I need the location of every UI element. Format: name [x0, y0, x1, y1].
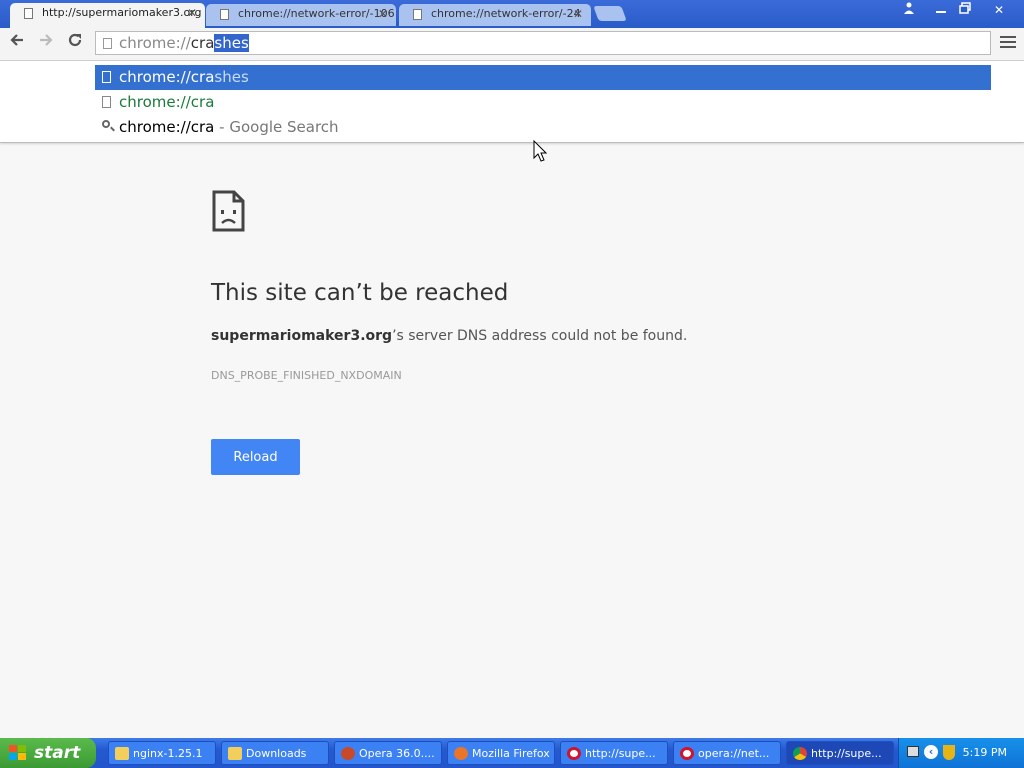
close-icon[interactable]: ✕ [986, 1, 1012, 19]
folder-icon [115, 747, 129, 760]
error-description: supermariomaker3.org’s server DNS addres… [211, 328, 687, 344]
suggestion-text: chrome://cra [119, 90, 214, 115]
suggestion-prefix: chrome:// [119, 93, 191, 111]
page-icon [103, 38, 112, 49]
reload-button[interactable]: Reload [211, 439, 300, 475]
tab-network-error-24[interactable]: chrome://network-error/-24 ✕ [399, 4, 591, 26]
tab-title: http://supermariomaker3.org [42, 6, 202, 19]
taskbar-item-label: nginx-1.25.1 [133, 747, 203, 760]
system-tray: ‹ 5:19 PM [898, 738, 1024, 768]
back-icon[interactable] [6, 32, 28, 54]
windows-flag-icon [9, 745, 26, 760]
address-typed: cra [190, 34, 215, 52]
tab-network-error-106[interactable]: chrome://network-error/-106 ✕ [206, 4, 396, 26]
page-icon [220, 9, 229, 20]
close-tab-icon[interactable]: ✕ [573, 4, 583, 24]
taskbar-item-downloads[interactable]: Downloads [221, 741, 329, 765]
page-icon [24, 8, 33, 19]
taskbar-item-label: http://supe... [585, 747, 656, 760]
taskbar-item-opera-2[interactable]: opera://net... [673, 741, 781, 765]
reload-icon[interactable] [64, 32, 86, 54]
menu-icon[interactable] [1000, 33, 1016, 53]
suggestion-query: chrome://cra [119, 118, 215, 136]
taskbar-item-label: http://supe... [811, 747, 882, 760]
address-scheme: chrome:// [119, 34, 191, 52]
tab-supermariomaker3[interactable]: http://supermariomaker3.org ✕ [10, 3, 205, 28]
search-icon [102, 120, 110, 128]
start-label: start [34, 743, 81, 763]
error-description-text: ’s server DNS address could not be found… [392, 328, 688, 344]
suggestion-text: chrome://cra - Google Search [119, 115, 339, 140]
page-icon [102, 96, 111, 108]
suggestion-match: cra [190, 93, 215, 111]
page-icon [413, 9, 422, 20]
omnibox-dropdown: chrome://crashes chrome://cra chrome://c… [0, 61, 1024, 143]
taskbar: start nginx-1.25.1 Downloads Opera 36.0.… [0, 738, 1024, 768]
show-hidden-icons-icon[interactable]: ‹ [924, 745, 938, 759]
opera-icon [567, 747, 581, 760]
suggestion-crashes[interactable]: chrome://crashes [95, 65, 991, 90]
suggestion-prefix: chrome:// [119, 68, 191, 86]
suggestion-text: chrome://crashes [119, 65, 249, 90]
taskbar-item-label: Mozilla Firefox [472, 747, 550, 760]
opera-installer-icon [341, 747, 355, 760]
taskbar-item-label: opera://net... [698, 747, 770, 760]
suggestion-engine: - Google Search [214, 118, 339, 136]
chrome-icon [793, 747, 807, 760]
tab-strip: http://supermariomaker3.org ✕ chrome://n… [0, 0, 1024, 28]
close-tab-icon[interactable]: ✕ [378, 4, 388, 24]
forward-icon[interactable] [35, 32, 57, 54]
tab-title: chrome://network-error/-24 [431, 7, 581, 20]
new-tab-button[interactable] [593, 6, 627, 21]
taskbar-item-label: Opera 36.0.... [359, 747, 435, 760]
clock[interactable]: 5:19 PM [963, 746, 1007, 759]
taskbar-item-nginx[interactable]: nginx-1.25.1 [108, 741, 216, 765]
error-title: This site can’t be reached [211, 280, 509, 306]
taskbar-item-firefox[interactable]: Mozilla Firefox [447, 741, 555, 765]
suggestion-google-search[interactable]: chrome://cra - Google Search [95, 115, 991, 140]
opera-icon [680, 747, 694, 760]
mouse-cursor-icon [533, 139, 548, 166]
taskbar-item-label: Downloads [246, 747, 307, 760]
start-button[interactable]: start [0, 738, 96, 768]
sad-page-icon [212, 190, 245, 232]
address-autocomplete: shes [214, 34, 249, 52]
suggestion-cra[interactable]: chrome://cra [95, 90, 991, 115]
close-tab-icon[interactable]: ✕ [187, 3, 197, 23]
taskbar-item-opera-installer[interactable]: Opera 36.0.... [334, 741, 442, 765]
security-shield-icon[interactable] [943, 745, 955, 760]
toolbar: chrome://crashes [0, 28, 1024, 61]
keyboard-icon[interactable] [907, 746, 919, 757]
user-icon[interactable] [896, 1, 922, 19]
address-bar[interactable]: chrome://crashes [95, 31, 991, 55]
suggestion-rest: shes [214, 68, 249, 86]
restore-icon[interactable] [952, 1, 978, 19]
address-text[interactable]: chrome://crashes [119, 34, 249, 52]
error-domain: supermariomaker3.org [211, 328, 393, 344]
suggestion-match: cra [190, 68, 215, 86]
folder-icon [228, 747, 242, 760]
minimize-icon[interactable] [928, 1, 954, 19]
tab-title: chrome://network-error/-106 [238, 7, 395, 20]
error-code: DNS_PROBE_FINISHED_NXDOMAIN [211, 369, 402, 382]
firefox-icon [454, 747, 468, 760]
page-icon [102, 71, 111, 83]
taskbar-item-chrome[interactable]: http://supe... [786, 741, 894, 765]
taskbar-item-opera-1[interactable]: http://supe... [560, 741, 668, 765]
